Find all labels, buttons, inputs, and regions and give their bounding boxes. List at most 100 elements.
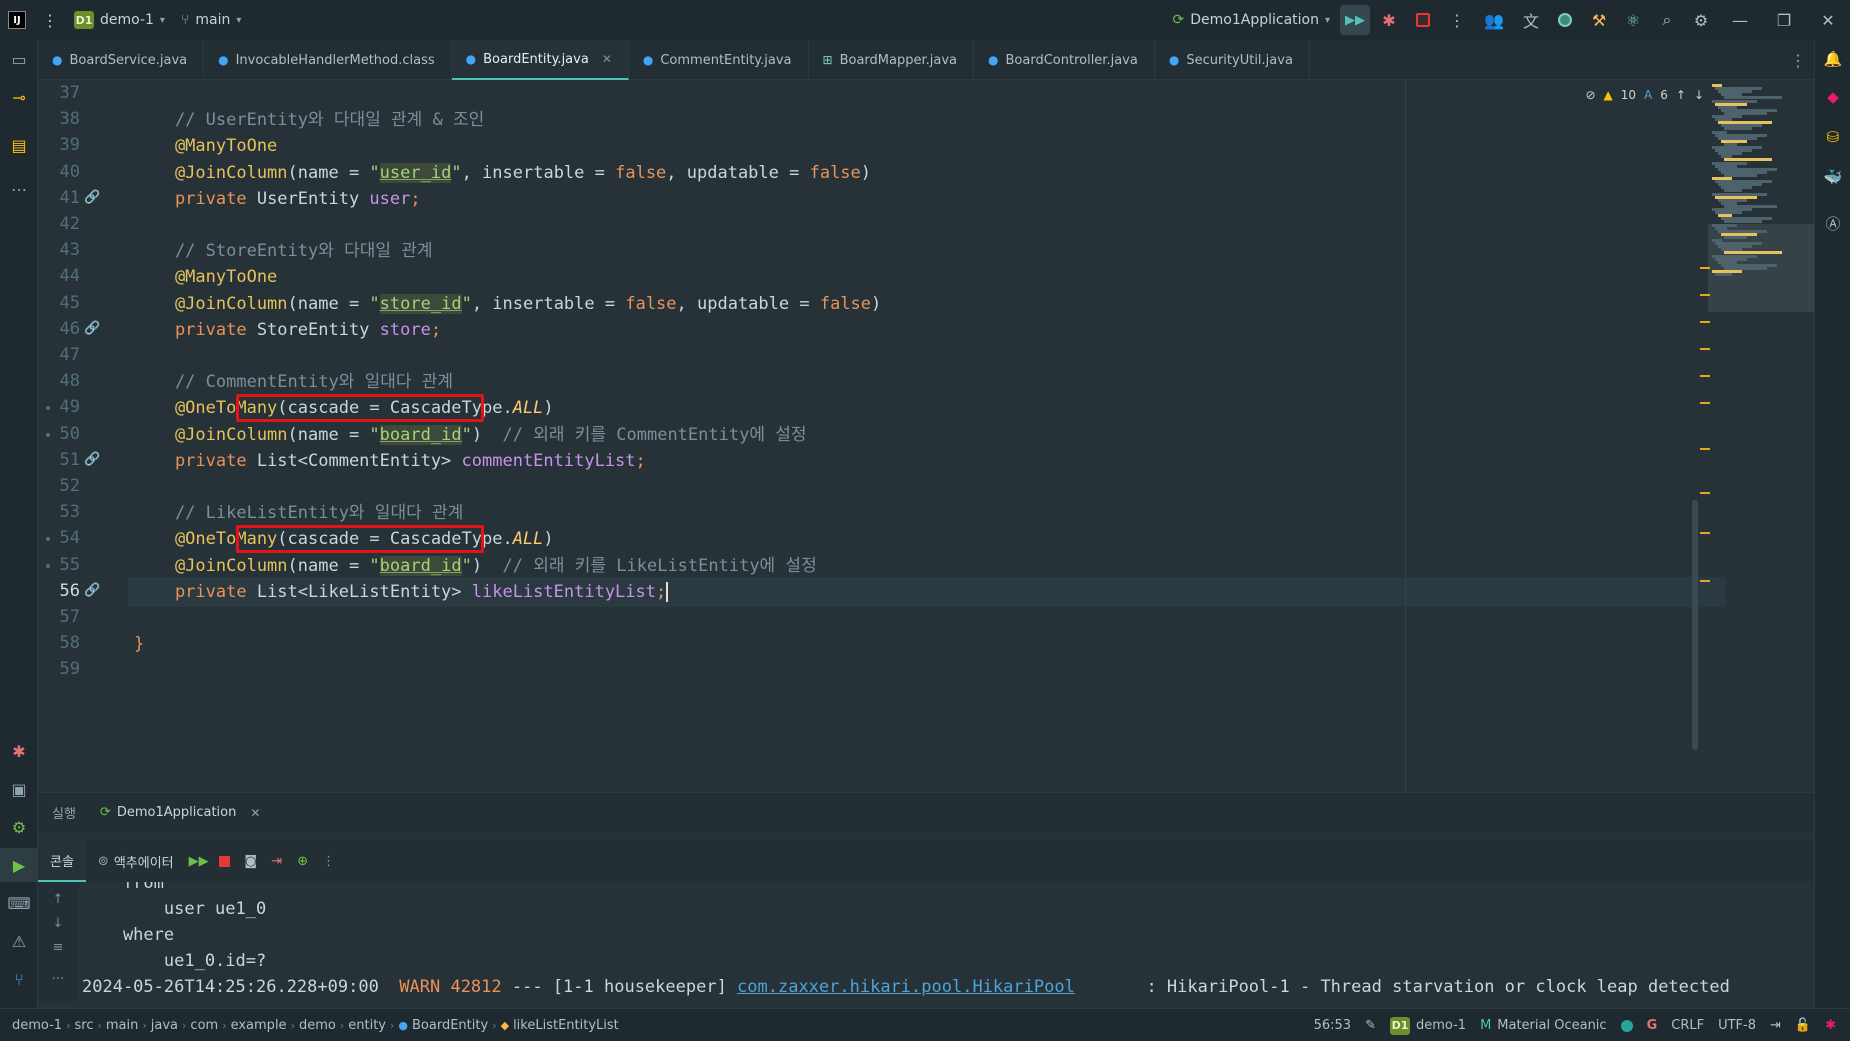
plugin-icon[interactable]: ◆ [1815, 80, 1850, 114]
file-encoding[interactable]: UTF-8 [1718, 1018, 1756, 1033]
ai-assistant-icon[interactable]: ⚛ [1616, 0, 1650, 40]
code-line[interactable]: private StoreEntity store; [134, 315, 441, 345]
rerun-icon[interactable]: ▶▶ [186, 840, 212, 882]
cursor-position[interactable]: 56:53 [1314, 1018, 1351, 1033]
status-dot-icon[interactable] [1620, 1019, 1633, 1032]
logger-link[interactable]: com.zaxxer.hikari.pool.HikariPool [737, 977, 1075, 997]
tab-actuator[interactable]: ⊚ 액추에이터 [86, 840, 186, 882]
project-selector[interactable]: D1 demo-1 ▾ [66, 0, 173, 40]
warning-stripe-mark[interactable] [1700, 267, 1710, 269]
minimap[interactable] [1708, 80, 1814, 792]
breadcrumb-item[interactable]: demo-1 [8, 1018, 66, 1033]
arrow-up-icon[interactable]: ↑ [38, 886, 78, 912]
warning-stripe-mark[interactable] [1700, 402, 1710, 404]
exit-icon[interactable]: ⇥ [264, 840, 290, 882]
read-only-toggle-icon[interactable]: ✎ [1365, 1018, 1376, 1033]
problems-icon[interactable]: ⚠ [0, 924, 38, 958]
tab-board-mapper[interactable]: ⊞ BoardMapper.java [809, 40, 975, 80]
warning-stripe-mark[interactable] [1700, 492, 1710, 494]
console-output[interactable]: from user ue1_0 where ue1_0.id=? 2024-05-… [78, 882, 1814, 1002]
code-with-me-icon[interactable]: 👥 [1474, 0, 1514, 40]
inspections-widget[interactable]: ⊘ ▲ 10 A6 ↑ ↓ [1585, 88, 1704, 102]
breadcrumb-item[interactable]: entity [344, 1018, 390, 1033]
tab-board-controller[interactable]: ● BoardController.java [974, 40, 1155, 80]
fold-marker-icon[interactable] [46, 563, 50, 568]
database-icon[interactable]: ⛁ [1815, 120, 1850, 154]
run-config-selector[interactable]: ⟳ Demo1Application ▾ [1165, 0, 1339, 40]
warning-stripe-mark[interactable] [1700, 321, 1710, 323]
close-icon[interactable]: ✕ [250, 806, 260, 820]
tab-board-service[interactable]: ● BoardService.java [38, 40, 205, 80]
indent-icon[interactable]: ⇥ [1770, 1018, 1781, 1033]
tab-security-util[interactable]: ● SecurityUtil.java [1155, 40, 1310, 80]
terminal-icon[interactable]: ⌨ [0, 886, 38, 920]
stop-icon[interactable] [212, 840, 238, 882]
camera-icon[interactable]: ◙ [238, 840, 264, 882]
docker-icon[interactable]: 🐳 [1815, 160, 1850, 194]
main-menu-button[interactable]: IJ [0, 0, 34, 40]
structure-icon[interactable]: ▤ [0, 128, 38, 162]
breadcrumb-item[interactable]: src [70, 1018, 97, 1033]
breadcrumb-item[interactable]: ● BoardEntity [394, 1018, 492, 1033]
implemented-link-icon[interactable]: 🔗 [84, 190, 100, 205]
warning-stripe-mark[interactable] [1700, 348, 1710, 350]
services-icon[interactable]: ▣ [0, 772, 38, 806]
project-widget[interactable]: D1 demo-1 [1389, 1016, 1466, 1035]
translate-icon[interactable]: 文 [1514, 0, 1548, 40]
code-line[interactable]: private List<LikeListEntity> likeListEnt… [134, 577, 669, 607]
settings-icon[interactable]: ⊕ [290, 840, 316, 882]
breadcrumb-item[interactable]: demo [295, 1018, 340, 1033]
rerun-button[interactable]: ▶▶ [1338, 0, 1372, 40]
warning-stripe-mark[interactable] [1700, 375, 1710, 377]
lock-icon[interactable]: 🔓 [1795, 1018, 1811, 1033]
more-menu-icon[interactable]: ⋮ [34, 0, 66, 40]
fold-marker-icon[interactable] [46, 432, 50, 437]
close-window-button[interactable]: ✕ [1806, 0, 1850, 40]
search-icon[interactable]: ⌕ [1650, 0, 1684, 40]
close-icon[interactable]: ✕ [602, 52, 612, 66]
code-line[interactable]: private List<CommentEntity> commentEntit… [134, 446, 646, 476]
commit-icon[interactable]: ⊸ [0, 80, 38, 114]
tab-comment-entity[interactable]: ● CommentEntity.java [629, 40, 809, 80]
code-line[interactable]: } [134, 629, 144, 659]
gear-icon[interactable]: ⚙ [0, 810, 38, 844]
debug-tool-icon[interactable]: ✱ [0, 734, 38, 768]
run-tool-icon[interactable]: ▶ [0, 848, 38, 882]
arrow-down-icon[interactable]: ↓ [1694, 88, 1704, 102]
settings-update-icon[interactable]: ⚙ [1684, 0, 1718, 40]
vertical-scrollbar[interactable] [1692, 500, 1698, 750]
text-tool-icon[interactable]: Ⓐ [1815, 206, 1850, 240]
breadcrumb-item[interactable]: ◆ likeListEntityList [497, 1018, 623, 1033]
warning-stripe-mark[interactable] [1700, 448, 1710, 450]
branch-selector[interactable]: ⑂ main ▾ [173, 0, 249, 40]
run-tab-demo1application[interactable]: ⟳ Demo1Application ✕ [90, 805, 271, 820]
warning-stripe-mark[interactable] [1700, 580, 1710, 582]
breadcrumb-item[interactable]: example [227, 1018, 291, 1033]
stop-button[interactable] [1406, 0, 1440, 40]
tab-invocable-handler-method[interactable]: ● InvocableHandlerMethod.class [204, 40, 452, 80]
breadcrumb-item[interactable]: com [186, 1018, 222, 1033]
more-icon[interactable]: ⋮ [316, 840, 342, 882]
implemented-link-icon[interactable]: 🔗 [84, 321, 100, 336]
build-tools-icon[interactable]: ⚒ [1582, 0, 1616, 40]
implemented-link-icon[interactable]: 🔗 [84, 452, 100, 467]
tab-console[interactable]: 콘솔 [38, 840, 86, 882]
more-tools-icon[interactable]: … [0, 168, 38, 202]
notifications-icon[interactable]: 🔔 [1815, 42, 1850, 76]
run-more-icon[interactable]: ⋮ [1440, 0, 1474, 40]
more-icon[interactable]: … [38, 962, 78, 988]
plugin-status-icon[interactable] [1548, 0, 1582, 40]
theme-widget[interactable]: M Material Oceanic [1480, 1018, 1607, 1033]
arrow-up-icon[interactable]: ↑ [1676, 88, 1686, 102]
minimize-button[interactable]: — [1718, 0, 1762, 40]
code-line[interactable]: private UserEntity user; [134, 184, 421, 214]
eye-off-icon[interactable]: ⊘ [1585, 88, 1595, 102]
git-icon[interactable]: ⑂ [0, 962, 38, 996]
debug-button[interactable]: ✱ [1372, 0, 1406, 40]
breadcrumb-item[interactable]: main [102, 1018, 142, 1033]
arrow-down-icon[interactable]: ↓ [38, 910, 78, 936]
bug-icon[interactable]: ✱ [1825, 1018, 1836, 1033]
warning-stripe-mark[interactable] [1700, 294, 1710, 296]
restore-button[interactable]: ❐ [1762, 0, 1806, 40]
code-area[interactable]: // UserEntity와 다대일 관계 & 조인 @ManyToOne @J… [134, 80, 1434, 792]
